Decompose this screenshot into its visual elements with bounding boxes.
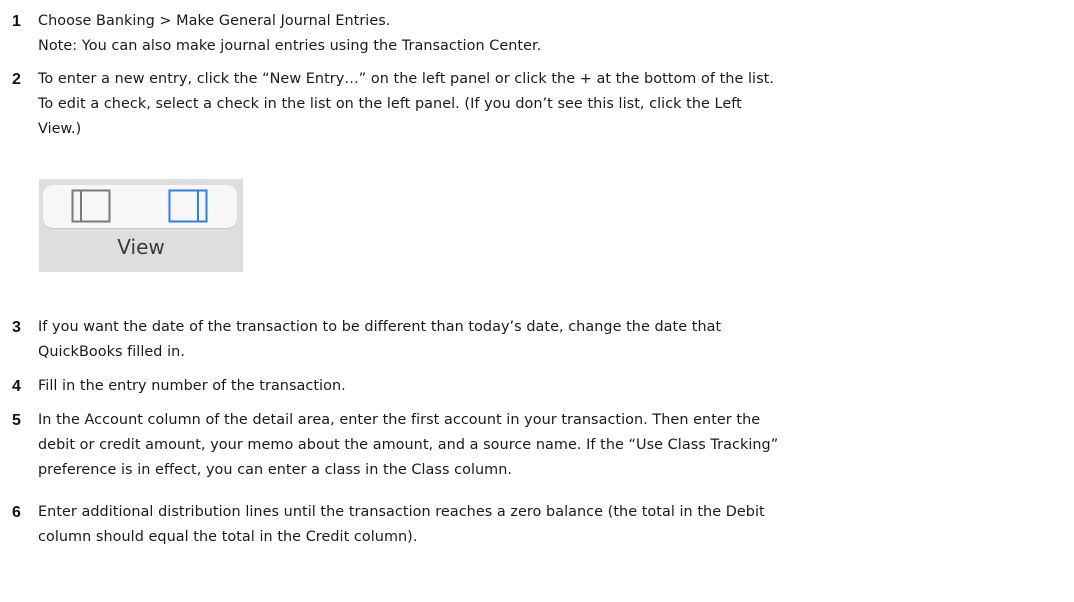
step-line: column should equal the total in the Cre… [38,529,418,545]
step-line: Enter additional distribution lines unti… [38,504,765,520]
view-toolbar-image: View [39,179,243,272]
step-line: Note: You can also make journal entries … [38,38,542,54]
step-line: debit or credit amount, your memo about … [38,437,779,453]
left-view-icon [71,189,111,223]
step-text: If you want the date of the transaction … [38,315,1038,365]
step-number: 5 [12,412,21,429]
step-line: preference is in effect, you can enter a… [38,462,513,478]
right-view-button[interactable] [140,185,237,228]
step-text: To enter a new entry, click the “New Ent… [38,67,1038,142]
step-line: To edit a check, select a check in the l… [38,96,742,112]
step-line: In the Account column of the detail area… [38,412,761,428]
step-line: To enter a new entry, click the “New Ent… [38,71,774,87]
step-text: Fill in the entry number of the transact… [38,374,1038,399]
step-line: QuickBooks filled in. [38,344,185,360]
step-number: 1 [12,13,21,30]
step-line: Fill in the entry number of the transact… [38,378,346,394]
right-view-icon [168,189,208,223]
view-label: View [117,235,165,259]
step-line: If you want the date of the transaction … [38,319,722,335]
step-number: 4 [12,378,21,395]
step-number: 3 [12,319,21,336]
step-text: In the Account column of the detail area… [38,408,1038,483]
step-number: 2 [12,71,21,88]
step-line: View.) [38,121,82,137]
left-view-button[interactable] [43,185,140,228]
step-text: Enter additional distribution lines unti… [38,500,1038,550]
view-segmented-control [43,185,237,228]
step-text: Choose Banking > Make General Journal En… [38,9,1038,59]
step-number: 6 [12,504,21,521]
step-line: Choose Banking > Make General Journal En… [38,13,391,29]
